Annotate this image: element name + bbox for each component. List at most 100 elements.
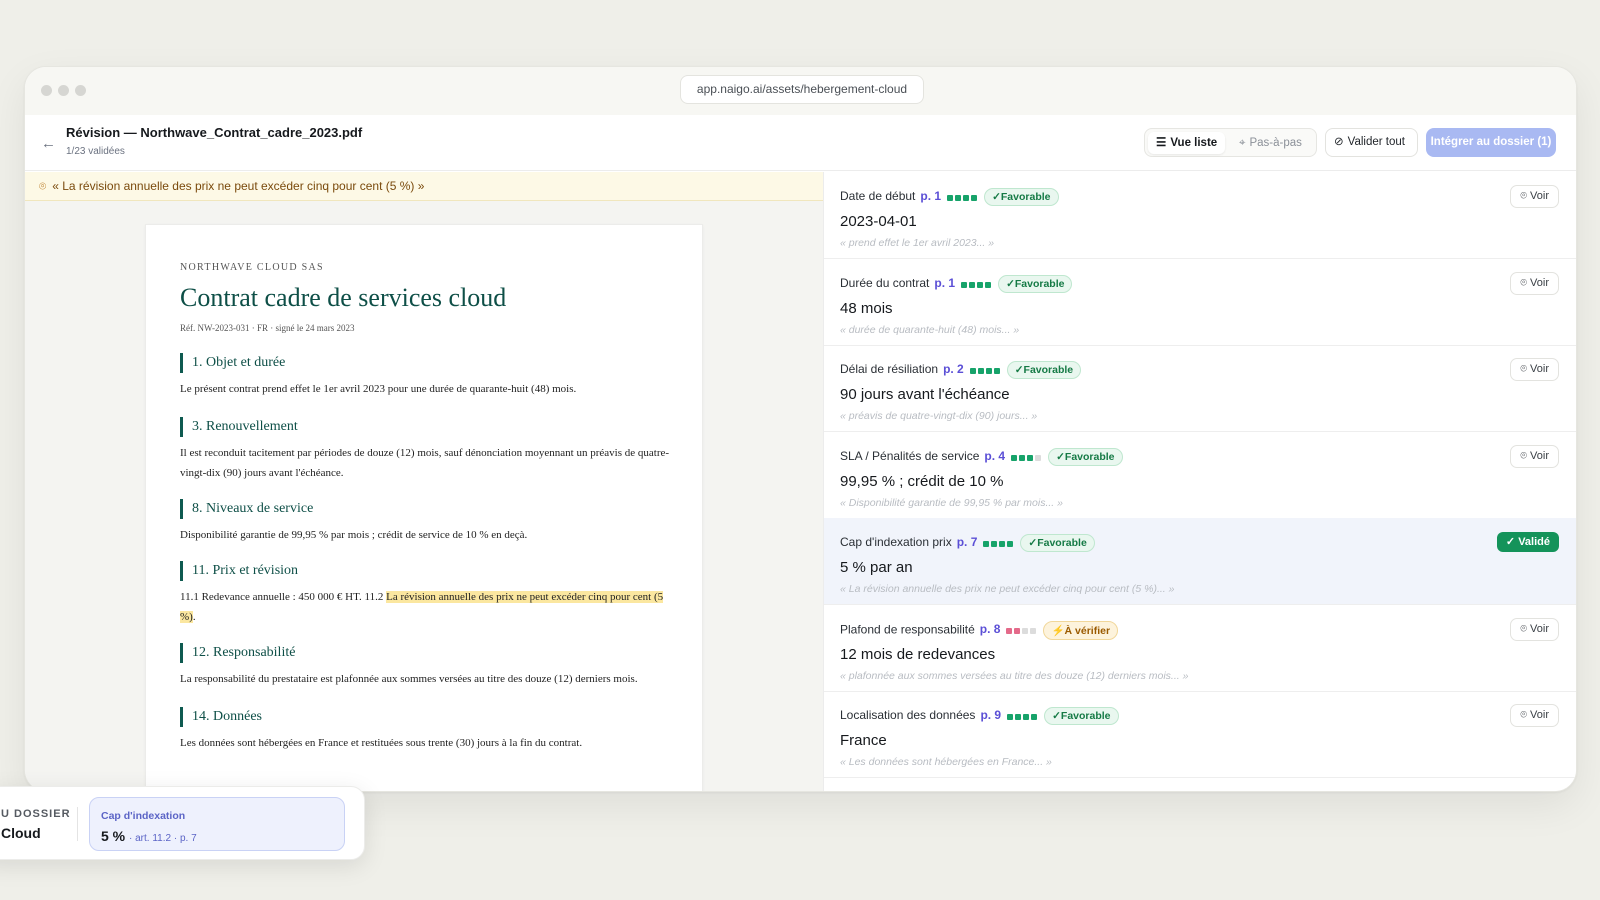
confidence-bar (985, 368, 992, 374)
address-bar[interactable]: app.naigo.ai/assets/hebergement-cloud (680, 75, 924, 104)
field-row[interactable]: Plafond de responsabilité p. 8 ⚡À vérifier… (824, 605, 1576, 692)
dossier-field-chip[interactable]: Cap d'indexation 5 % · art. 11.2 · p. 7 (89, 797, 345, 851)
location-pin-icon: ⌾ (1520, 363, 1531, 375)
field-label-row: SLA / Pénalités de service p. 4 ✓Favorable (840, 447, 1123, 466)
confidence-bar (1007, 541, 1014, 547)
section-heading: 11. Prix et révision (180, 561, 298, 581)
review-header: ← Révision — Northwave_Contrat_cadre_202… (25, 115, 1576, 171)
confidence-meter (1007, 709, 1039, 723)
field-page-link[interactable]: p. 4 (984, 449, 1005, 463)
window-minimize-dot[interactable] (58, 85, 69, 96)
confidence-bar (969, 368, 976, 374)
field-label-row: Cap d'indexation prix p. 7 ✓Favorable (840, 534, 1095, 552)
check-icon: ✓ (1052, 710, 1061, 722)
dossier-divider (77, 807, 78, 841)
status-badge-label: Favorable (1060, 710, 1111, 722)
status-badge-label: Favorable (1037, 537, 1087, 549)
status-badge-label: Favorable (1000, 191, 1051, 203)
view-button[interactable]: ⌾ Voir (1510, 271, 1559, 295)
validation-progress: 1/23 validées (66, 146, 125, 157)
field-quote: « prend effet le 1er avril 2023... » (840, 237, 995, 249)
field-label: Délai de résiliation (840, 362, 939, 377)
check-icon: ✓ (1006, 277, 1015, 290)
integrate-button[interactable]: Intégrer au dossier (1) (1426, 128, 1556, 157)
section-body: Disponibilité garantie de 99,95 % par mo… (180, 529, 528, 541)
company-name: NORTHWAVE CLOUD SAS (180, 262, 324, 273)
confidence-bar (1035, 454, 1042, 461)
field-label: Cap d'indexation prix (840, 535, 952, 550)
status-badge-label: Favorable (1023, 364, 1074, 376)
validated-badge[interactable]: ✓ Validé (1496, 532, 1559, 552)
confidence-bar (955, 195, 962, 201)
confidence-bar (977, 368, 984, 374)
window-close-dot[interactable] (41, 85, 52, 96)
field-page-link[interactable]: p. 2 (943, 362, 964, 376)
location-pin-icon: ⌾ (1520, 622, 1531, 635)
field-label-row: Localisation des données p. 9 ✓Favorable (840, 707, 1119, 725)
field-page-link[interactable]: p. 8 (980, 622, 1001, 636)
check-icon: ✓ (1056, 450, 1065, 463)
status-badge: ✓Favorable (1006, 361, 1082, 379)
back-arrow-icon[interactable]: ← (41, 135, 56, 152)
view-button[interactable]: ⌾ Voir (1510, 358, 1559, 381)
field-quote: « plafonnée aux sommes versées au titre … (840, 669, 1189, 682)
field-row[interactable]: Localisation des données p. 9 ✓Favorable Fr… (824, 691, 1576, 778)
field-label: Date de début (840, 189, 916, 204)
section-body: La responsabilité du prestataire est pla… (180, 673, 638, 685)
view-button[interactable]: ⌾ Voir (1510, 704, 1559, 727)
validate-all-button[interactable]: ⊘ Valider tout (1325, 128, 1418, 157)
section-heading: 14. Données (180, 707, 262, 727)
selected-quote-text: « La révision annuelle des prix ne peut … (52, 179, 425, 193)
view-label: Voir (1530, 449, 1549, 462)
view-label: Voir (1530, 622, 1549, 635)
view-list-tab[interactable]: ☰ Vue liste (1148, 132, 1226, 154)
field-row[interactable]: Cap d'indexation prix p. 7 ✓Favorable 5 % p… (824, 518, 1576, 605)
confidence-bar (963, 195, 970, 201)
field-row[interactable]: Délai de résiliation p. 2 ✓Favorable 90 jou… (824, 345, 1576, 432)
field-value: France (840, 732, 887, 749)
field-quote: « Les données sont hébergées en France..… (840, 756, 1052, 768)
field-quote: « Disponibilité garantie de 99,95 % par … (840, 496, 1063, 509)
browser-titlebar: app.naigo.ai/assets/hebergement-cloud (25, 67, 1576, 115)
location-pin-icon: ⌾ (1520, 449, 1531, 462)
confidence-bar (1030, 628, 1037, 634)
status-badge: ✓Favorable (1044, 707, 1119, 725)
confidence-bar (1019, 454, 1026, 461)
location-pin-icon: ⌾ (1520, 709, 1531, 721)
field-page-link[interactable]: p. 9 (980, 708, 1001, 722)
field-row[interactable]: Date de début p. 1 ✓Favorable 2023-04-01 « p… (824, 172, 1576, 259)
section-body: Il est reconduit tacitement par périodes… (180, 447, 670, 479)
view-label: Voir (1530, 709, 1549, 721)
confidence-bar (1007, 714, 1014, 720)
field-row[interactable]: SLA / Pénalités de service p. 4 ✓Favorable… (824, 432, 1576, 519)
section-heading: 8. Niveaux de service (180, 499, 313, 519)
window-maximize-dot[interactable] (75, 85, 86, 96)
confidence-bar (1006, 628, 1013, 634)
field-page-link[interactable]: p. 7 (957, 535, 978, 549)
field-page-link[interactable]: p. 1 (934, 276, 955, 290)
confidence-bar (947, 195, 954, 201)
status-badge: ✓Favorable (1020, 534, 1095, 552)
field-row[interactable]: Durée du contrat p. 1 ✓Favorable 48 mois « d… (824, 259, 1576, 346)
view-button[interactable]: ⌾ Voir (1510, 617, 1559, 641)
section-body-price: 11.1 Redevance annuelle : 450 000 € HT. … (180, 587, 674, 627)
document-page: NORTHWAVE CLOUD SAS Contrat cadre de ser… (145, 224, 703, 791)
view-step-tab[interactable]: ⌖ Pas-à-pas (1231, 132, 1310, 154)
section-heading: 1. Objet et durée (180, 353, 285, 373)
confidence-bar (1022, 628, 1029, 634)
confidence-bar (983, 541, 990, 547)
check-circle-icon: ✓ (1505, 536, 1519, 548)
view-label: Voir (1530, 190, 1549, 202)
chip-value-row: 5 % · art. 11.2 · p. 7 (101, 828, 197, 844)
status-badge: ✓Favorable (998, 274, 1073, 293)
view-button[interactable]: ⌾ Voir (1510, 185, 1559, 208)
view-label: Voir (1530, 276, 1549, 289)
field-page-link[interactable]: p. 1 (920, 189, 941, 203)
confidence-bar (993, 368, 1000, 374)
confidence-bar (991, 541, 998, 547)
location-pin-icon: ⌾ (39, 179, 47, 193)
chip-label: Cap d'indexation (101, 810, 186, 822)
field-value: 90 jours avant l'échéance (840, 386, 1010, 403)
chip-meta: · art. 11.2 · p. 7 (129, 833, 197, 844)
view-button[interactable]: ⌾ Voir (1510, 444, 1559, 468)
